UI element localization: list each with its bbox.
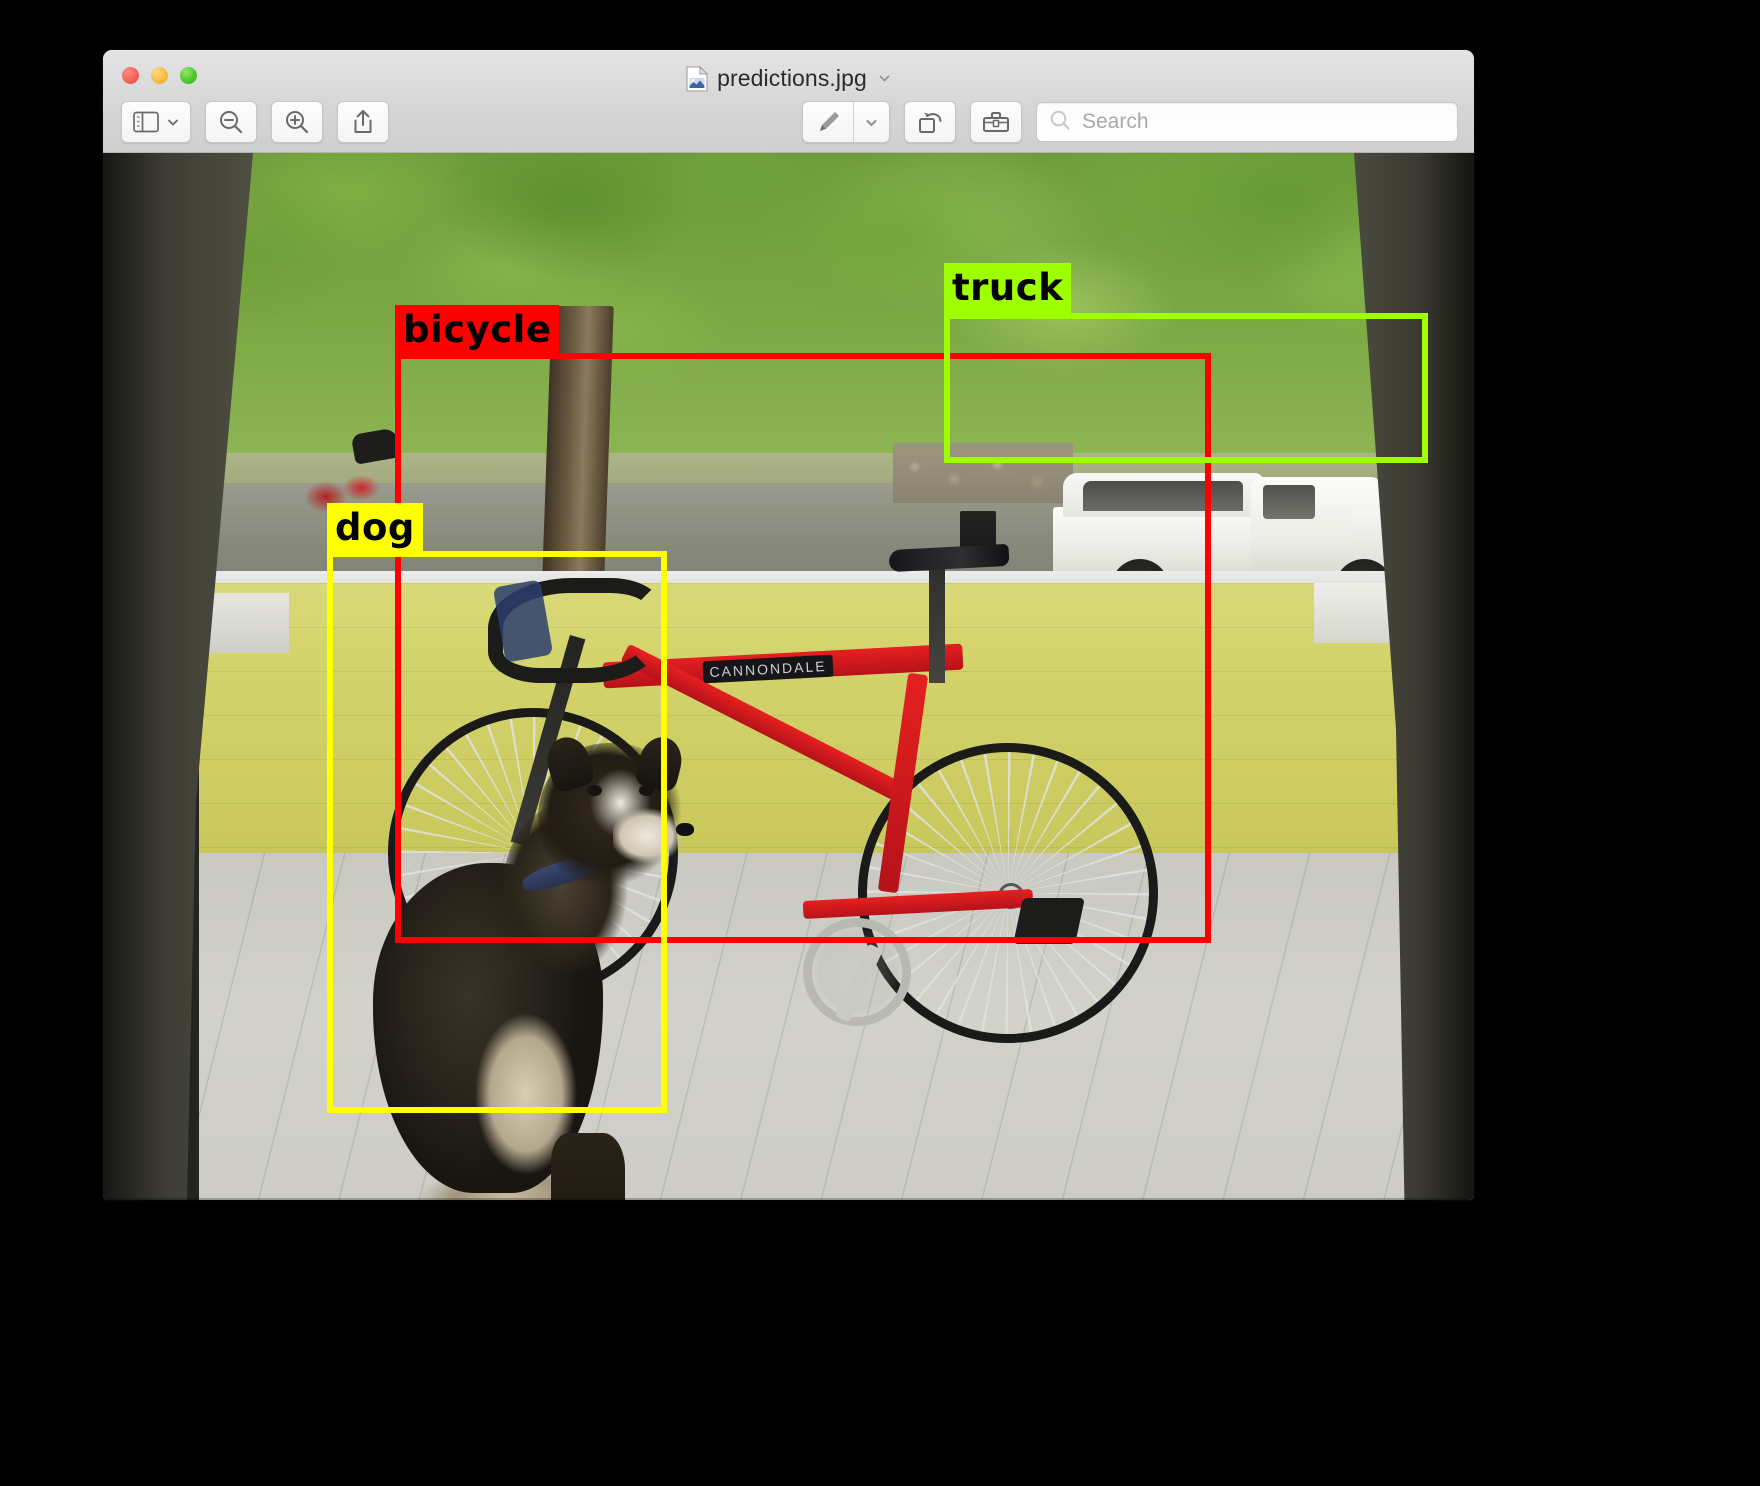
porch-floor <box>103 853 1474 1200</box>
sidebar-icon <box>132 111 159 133</box>
chevron-down-icon[interactable] <box>878 72 891 85</box>
maximize-button[interactable] <box>180 67 197 84</box>
zoom-in-button[interactable] <box>271 101 323 143</box>
rotate-left-icon <box>916 109 944 135</box>
truck-canopy-window <box>1083 481 1243 511</box>
dog-eye-left <box>587 785 602 796</box>
bicycle-cassette <box>1013 898 1085 944</box>
truck-cab-window <box>1263 485 1315 519</box>
window-controls <box>122 67 197 84</box>
share-button[interactable] <box>337 101 389 143</box>
toolbox-button[interactable] <box>970 101 1022 143</box>
dog-foreleg <box>551 1133 625 1200</box>
minimize-button[interactable] <box>151 67 168 84</box>
image-canvas[interactable]: CANNONDALE bicycle truck dog <box>103 153 1474 1200</box>
chevron-down-icon[interactable] <box>853 102 889 142</box>
window-title-group: predictions.jpg <box>103 65 1474 92</box>
dog-snout <box>613 808 693 870</box>
search-input[interactable] <box>1080 109 1445 135</box>
sidebar-button[interactable] <box>121 101 191 143</box>
close-button[interactable] <box>122 67 139 84</box>
zoom-in-icon <box>284 109 310 135</box>
detection-dog-label: dog <box>327 503 423 555</box>
zoom-out-button[interactable] <box>205 101 257 143</box>
share-icon <box>351 109 375 135</box>
preview-window: predictions.jpg Search CANNONDALE bicycl… <box>103 50 1474 1200</box>
rotate-button[interactable] <box>904 101 956 143</box>
toolbar-right <box>802 101 1458 143</box>
dog <box>343 713 694 1200</box>
markup-button[interactable] <box>802 101 890 143</box>
screenshot-root: predictions.jpg Search CANNONDALE bicycl… <box>0 0 1760 1486</box>
detection-truck-label: truck <box>944 263 1072 315</box>
window-titlebar[interactable]: predictions.jpg <box>103 50 1474 153</box>
toolbox-icon <box>981 109 1011 135</box>
window-bottom-edge <box>103 1198 1474 1200</box>
search-field[interactable] <box>1036 102 1458 142</box>
dog-eye-right <box>639 785 654 796</box>
dog-nose <box>676 823 694 836</box>
chevron-down-icon <box>166 115 180 129</box>
detection-bicycle-label: bicycle <box>395 305 560 357</box>
zoom-out-icon <box>218 109 244 135</box>
photo-predictions-jpg: CANNONDALE bicycle truck dog <box>103 153 1474 1200</box>
toolbar-left <box>121 101 389 143</box>
image-document-icon <box>686 65 709 92</box>
rock-wall <box>893 443 1073 503</box>
bicycle-seatpost <box>929 553 945 683</box>
window-title: predictions.jpg <box>717 65 867 91</box>
tree-canopy <box>103 153 1474 483</box>
search-icon <box>1049 109 1071 136</box>
marker-pen-icon[interactable] <box>803 102 853 142</box>
